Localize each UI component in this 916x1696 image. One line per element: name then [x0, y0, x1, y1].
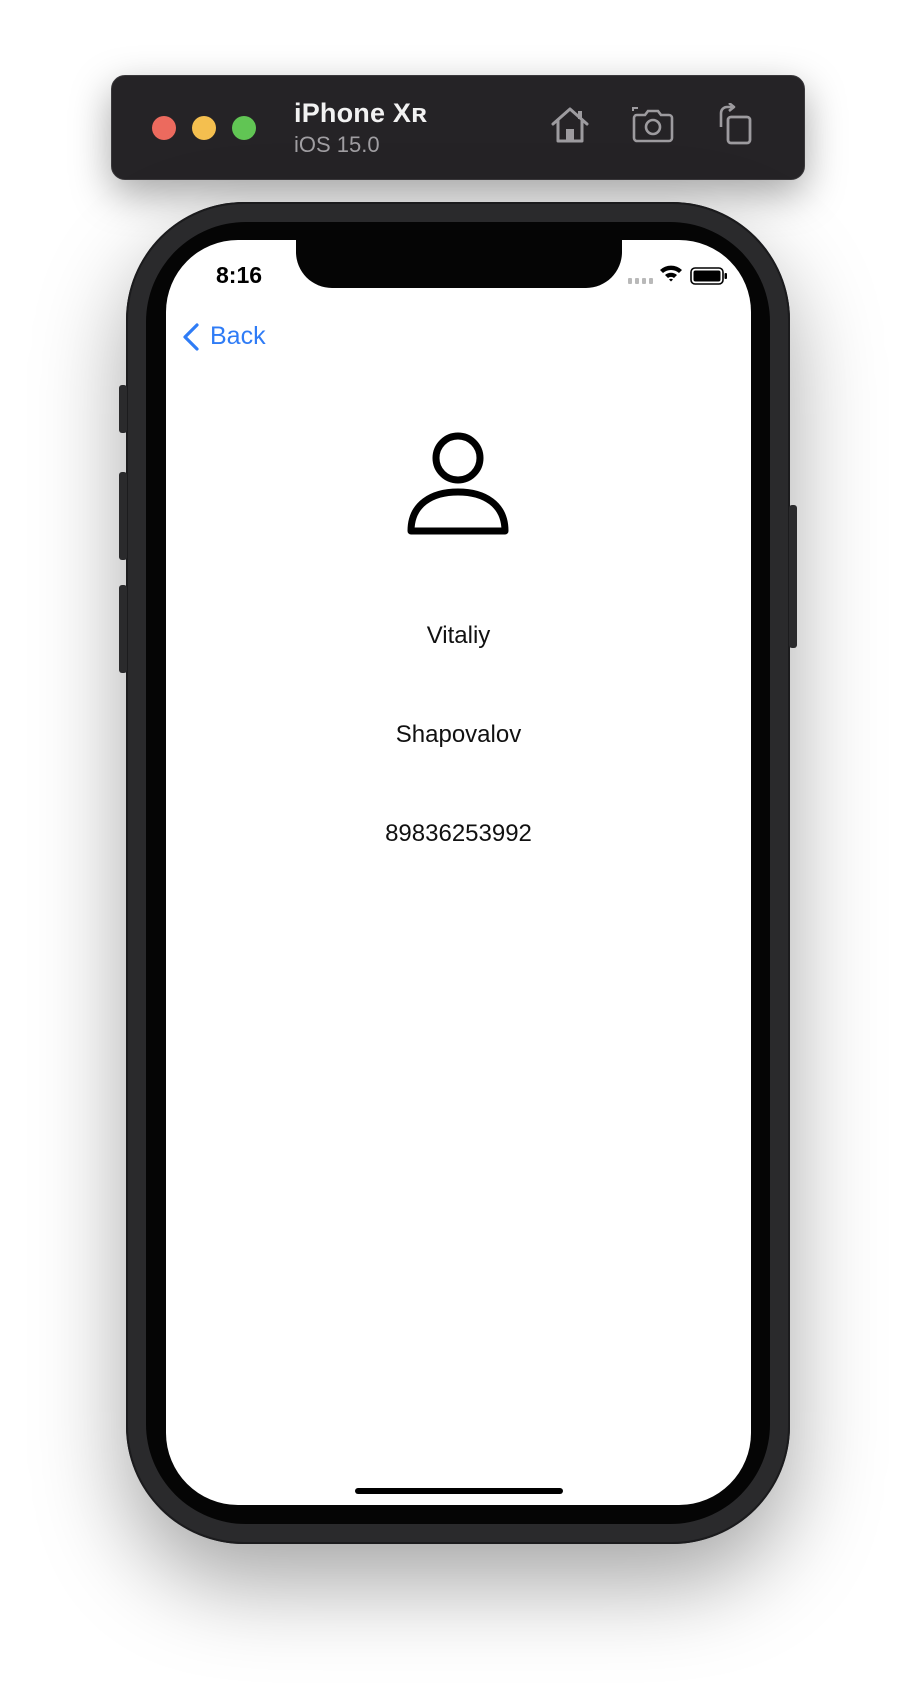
- screenshot-button[interactable]: [628, 100, 678, 150]
- zoom-window-button[interactable]: [232, 116, 256, 140]
- close-window-button[interactable]: [152, 116, 176, 140]
- phone-number-label: 89836253992: [385, 820, 532, 847]
- notch: [296, 240, 622, 288]
- back-button[interactable]: Back: [182, 322, 266, 351]
- wifi-icon: [660, 265, 682, 282]
- home-button[interactable]: [545, 100, 595, 150]
- rotate-button[interactable]: [710, 100, 760, 150]
- battery-icon: [690, 267, 727, 285]
- screenshot-icon: [632, 107, 674, 143]
- cellular-signal-icon: [628, 278, 653, 284]
- status-time: 8:16: [216, 262, 263, 288]
- rotate-icon: [719, 103, 752, 145]
- volume-down-button: [119, 585, 127, 673]
- chevron-left-icon: [183, 322, 199, 351]
- first-name-label: Vitaliy: [426, 622, 491, 649]
- simulator-window: iPhone Xʀ iOS 15.0 8:16 Back Vitaliy Sha…: [0, 0, 916, 1696]
- power-button: [789, 505, 797, 648]
- home-icon: [551, 107, 589, 143]
- person-icon: [407, 432, 509, 535]
- os-version: iOS 15.0: [294, 132, 380, 157]
- device-name: iPhone Xʀ: [294, 98, 428, 128]
- back-button-label: Back: [210, 322, 266, 350]
- volume-up-button: [119, 472, 127, 560]
- minimize-window-button[interactable]: [192, 116, 216, 140]
- last-name-label: Shapovalov: [395, 721, 522, 748]
- home-indicator[interactable]: [355, 1488, 563, 1494]
- mute-switch: [119, 385, 127, 433]
